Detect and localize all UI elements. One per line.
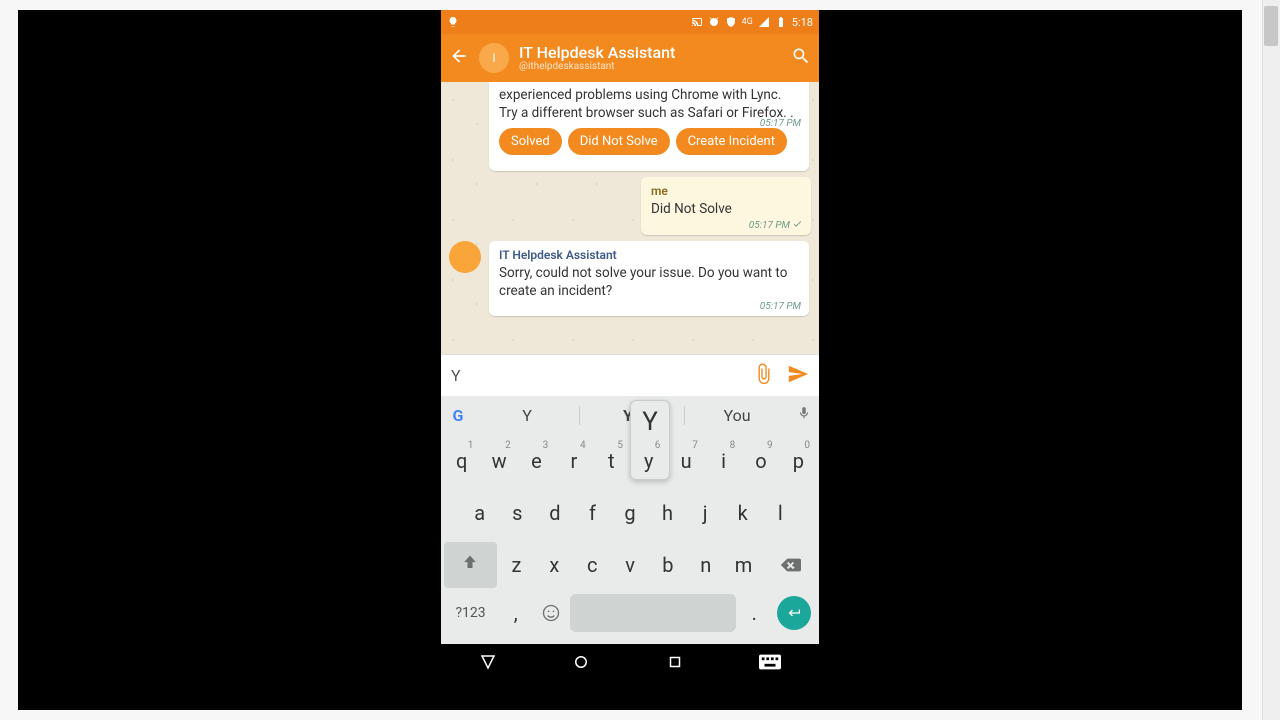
message-input[interactable]: Y xyxy=(451,366,741,385)
back-button[interactable] xyxy=(449,46,469,70)
symbols-key[interactable]: ?123 xyxy=(444,594,497,632)
key-g[interactable]: g xyxy=(612,490,648,536)
key-b[interactable]: b xyxy=(650,542,686,588)
quick-reply-didnotsolve[interactable]: Did Not Solve xyxy=(568,128,670,155)
message-text: Sorry, could not solve your issue. Do yo… xyxy=(499,264,799,300)
scroll-thumb[interactable] xyxy=(1264,6,1278,46)
attach-button[interactable] xyxy=(753,363,775,389)
assistant-message: IT Helpdesk Assistant Sorry, could not s… xyxy=(489,241,809,316)
nav-back[interactable] xyxy=(479,653,497,675)
assistant-avatar xyxy=(449,241,481,273)
key-v[interactable]: v xyxy=(612,542,648,588)
google-icon[interactable]: G xyxy=(441,406,475,425)
search-button[interactable] xyxy=(791,46,811,70)
delivered-check-icon xyxy=(790,220,803,231)
emoji-key[interactable] xyxy=(534,594,567,632)
key-f[interactable]: f xyxy=(575,490,611,536)
send-button[interactable] xyxy=(787,363,809,389)
key-n[interactable]: n xyxy=(688,542,724,588)
sender-label: IT Helpdesk Assistant xyxy=(499,248,799,262)
enter-key[interactable] xyxy=(773,594,816,632)
quick-reply-createincident[interactable]: Create Incident xyxy=(676,128,787,155)
key-a[interactable]: a xyxy=(462,490,498,536)
shift-key[interactable] xyxy=(444,542,497,588)
key-s[interactable]: s xyxy=(500,490,536,536)
suggestion-3[interactable]: You xyxy=(685,406,789,425)
key-d[interactable]: d xyxy=(537,490,573,536)
backspace-key[interactable] xyxy=(763,542,816,588)
signal-icon xyxy=(758,16,770,28)
browser-scrollbar[interactable] xyxy=(1262,0,1280,720)
android-status-bar: 4G 5:18 xyxy=(441,10,819,34)
nav-recents[interactable] xyxy=(666,653,684,675)
contact-avatar[interactable]: I xyxy=(479,43,509,73)
status-clock: 5:18 xyxy=(792,16,813,29)
message-time: 05:17 PM xyxy=(749,218,803,231)
nav-keyboard-icon[interactable] xyxy=(759,654,781,674)
key-i[interactable]: i8 xyxy=(706,438,741,484)
key-x[interactable]: x xyxy=(536,542,572,588)
key-t[interactable]: t5 xyxy=(594,438,629,484)
message-text: Did Not Solve xyxy=(651,200,757,218)
period-key[interactable]: . xyxy=(738,594,771,632)
message-time: 05:17 PM xyxy=(760,301,801,312)
battery-icon xyxy=(775,16,787,28)
shield-icon xyxy=(725,16,737,28)
chat-scroll-area[interactable]: experienced problems using Chrome with L… xyxy=(441,82,819,354)
compose-bar: Y xyxy=(441,354,819,396)
key-j[interactable]: j xyxy=(687,490,723,536)
key-p[interactable]: p0 xyxy=(781,438,816,484)
cast-icon xyxy=(691,16,703,28)
soft-keyboard: Y q1w2e3r4t5y6u7i8o9p0 asdfghjkl zxcvbnm… xyxy=(441,434,819,644)
key-k[interactable]: k xyxy=(725,490,761,536)
network-label: 4G xyxy=(742,17,753,27)
bulb-icon xyxy=(447,16,459,28)
my-message: me Did Not Solve 05:17 PM xyxy=(641,177,811,234)
key-q[interactable]: q1 xyxy=(444,438,479,484)
key-m[interactable]: m xyxy=(726,542,762,588)
key-h[interactable]: h xyxy=(650,490,686,536)
key-o[interactable]: o9 xyxy=(743,438,778,484)
phone-frame: 4G 5:18 I IT Helpdesk Assistant @ithelpd… xyxy=(441,10,819,684)
nav-home[interactable] xyxy=(572,653,590,675)
assistant-message: experienced problems using Chrome with L… xyxy=(489,82,809,171)
quick-reply-solved[interactable]: Solved xyxy=(499,128,562,155)
key-z[interactable]: z xyxy=(499,542,535,588)
message-time: 05:17 PM xyxy=(760,118,801,129)
key-c[interactable]: c xyxy=(574,542,610,588)
key-e[interactable]: e3 xyxy=(519,438,554,484)
contact-handle: @ithelpdeskassistant xyxy=(519,61,781,72)
space-key[interactable] xyxy=(570,594,736,632)
message-text: experienced problems using Chrome with L… xyxy=(499,86,799,122)
key-r[interactable]: r4 xyxy=(556,438,591,484)
chat-header: I IT Helpdesk Assistant @ithelpdeskassis… xyxy=(441,34,819,82)
suggestion-1[interactable]: Y xyxy=(475,406,579,425)
key-w[interactable]: w2 xyxy=(481,438,516,484)
key-u[interactable]: u7 xyxy=(668,438,703,484)
comma-key[interactable]: , xyxy=(499,594,532,632)
contact-title: IT Helpdesk Assistant xyxy=(519,44,781,62)
sender-label: me xyxy=(651,184,757,198)
mic-button[interactable] xyxy=(789,404,819,426)
key-l[interactable]: l xyxy=(762,490,798,536)
alarm-icon xyxy=(708,16,720,28)
android-nav-bar xyxy=(441,644,819,684)
video-stage: 4G 5:18 I IT Helpdesk Assistant @ithelpd… xyxy=(18,10,1242,710)
key-y[interactable]: y6 xyxy=(631,438,666,484)
